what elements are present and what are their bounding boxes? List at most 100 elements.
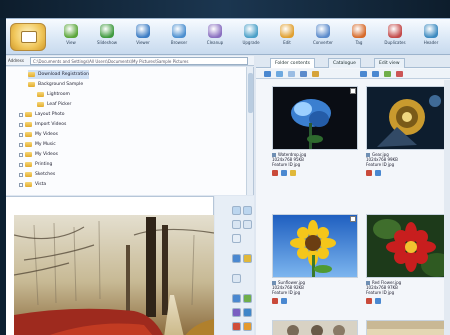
red-eye-icon[interactable] xyxy=(232,294,241,303)
refresh-icon[interactable] xyxy=(384,71,391,77)
expand-icon[interactable] xyxy=(19,182,23,187)
zoom-out-icon[interactable] xyxy=(243,206,252,215)
thumbnail-caption: Sunflower.jpg 1024x768 92KB Feature ID j… xyxy=(272,280,358,295)
folder-icon xyxy=(25,162,32,167)
toolbar-button-view[interactable]: View xyxy=(56,22,86,52)
crop-icon[interactable] xyxy=(232,274,241,283)
thumbnail-image[interactable] xyxy=(272,214,358,278)
toolbar-button-edit[interactable]: Edit xyxy=(272,22,302,52)
thumbnail-item[interactable] xyxy=(366,320,450,335)
thumbnail-checkbox[interactable] xyxy=(350,216,356,222)
tree-item[interactable]: My Videos xyxy=(19,130,58,139)
rating-icon xyxy=(366,170,372,176)
draw-icon[interactable] xyxy=(243,308,252,317)
image-viewer-window: View Slideshow Viewer Browser Cleanup Upgrade… xyxy=(6,18,450,335)
tree-item[interactable]: Printing xyxy=(19,160,52,169)
tree-item[interactable]: Download Registration xyxy=(28,70,89,79)
thumbnail-image[interactable] xyxy=(272,86,358,150)
toolbar-button-viewer[interactable]: Viewer xyxy=(128,22,158,52)
expand-icon[interactable] xyxy=(19,162,23,167)
expand-icon[interactable] xyxy=(19,132,23,137)
tree-item[interactable]: Leaf Picker xyxy=(37,100,71,109)
viewer-icon xyxy=(136,24,150,38)
thumbnail-item[interactable]: Red Flower.jpg 1024x768 97KB Feature ID … xyxy=(366,214,450,312)
address-input[interactable]: C:\Documents and Settings\All Users\Docu… xyxy=(30,57,248,65)
thumbnail-image[interactable] xyxy=(366,320,450,335)
ribbon-toolbar: View Slideshow Viewer Browser Cleanup Upgrade… xyxy=(6,19,450,55)
toolbar-button-upgrade[interactable]: Upgrade xyxy=(236,22,266,52)
tree-scrollbar-thumb[interactable] xyxy=(248,73,253,113)
filter-icon[interactable] xyxy=(276,71,283,77)
thumbnail-checkbox[interactable] xyxy=(350,88,356,94)
tree-item[interactable]: Background Sample xyxy=(28,80,83,89)
toolbar-button-slideshow[interactable]: Slideshow xyxy=(92,22,122,52)
toolbar-button-label: Edit xyxy=(283,40,291,45)
tree-item-label: Leaf Picker xyxy=(47,102,72,107)
thumbnail-item[interactable]: Waterdrop.jpg 1024x768 95KB Feature ID j… xyxy=(272,86,358,184)
thumbnail-image[interactable] xyxy=(272,320,358,335)
info-icon xyxy=(375,170,381,176)
select-all-icon[interactable] xyxy=(312,71,319,77)
expand-icon[interactable] xyxy=(19,152,23,157)
thumbnail-item[interactable]: Sunflower.jpg 1024x768 92KB Feature ID j… xyxy=(272,214,358,312)
forward-icon[interactable] xyxy=(372,71,379,77)
toolbar-button-duplicates[interactable]: Duplicates xyxy=(380,22,410,52)
effects-icon[interactable] xyxy=(243,294,252,303)
rotate-left-icon[interactable] xyxy=(232,220,241,229)
details-view-icon[interactable] xyxy=(300,71,307,77)
text-icon[interactable] xyxy=(232,308,241,317)
color-icon[interactable] xyxy=(243,254,252,263)
thumbnail-item[interactable] xyxy=(272,320,358,335)
tab-folder-contents[interactable]: Folder contents xyxy=(270,58,315,68)
tab-catalogue[interactable]: Catalogue xyxy=(328,58,361,68)
expand-icon[interactable] xyxy=(19,172,23,177)
folder-icon xyxy=(25,152,32,157)
fit-window-icon[interactable] xyxy=(232,234,241,243)
browser-scrollbar[interactable] xyxy=(444,80,450,335)
application-menu-button[interactable] xyxy=(10,23,46,51)
toolbar-button-browser[interactable]: Browser xyxy=(164,22,194,52)
expand-icon[interactable] xyxy=(19,122,23,127)
delete-icon[interactable] xyxy=(396,71,403,77)
tree-item[interactable]: Vista xyxy=(19,180,46,189)
tree-scrollbar[interactable] xyxy=(246,67,253,195)
expand-icon[interactable] xyxy=(19,142,23,147)
tree-item[interactable]: Import Videos xyxy=(19,120,66,129)
toolbar-button-cleanup[interactable]: Cleanup xyxy=(200,22,230,52)
toolbar-button-header[interactable]: Header xyxy=(416,22,446,52)
tree-item[interactable]: Sketches xyxy=(19,170,55,179)
thumbnail-image[interactable] xyxy=(366,86,450,150)
thumbnail-image[interactable] xyxy=(366,214,450,278)
toolbar-button-converter[interactable]: Converter xyxy=(308,22,338,52)
thumbnail-size-icon[interactable] xyxy=(288,71,295,77)
tab-edit-view[interactable]: Edit view xyxy=(374,58,405,68)
thumbnail-badges xyxy=(366,298,450,306)
toolbar-button-label: Converter xyxy=(313,40,333,45)
info-icon xyxy=(281,170,287,176)
rating-icon xyxy=(366,298,372,304)
expand-icon[interactable] xyxy=(19,112,23,117)
rotate-right-icon[interactable] xyxy=(243,220,252,229)
frame-icon[interactable] xyxy=(243,322,252,331)
header-icon xyxy=(424,24,438,38)
stamp-icon[interactable] xyxy=(232,322,241,331)
tag-icon xyxy=(352,24,366,38)
address-bar: Address C:\Documents and Settings\All Us… xyxy=(6,56,254,66)
folder-icon xyxy=(25,112,32,117)
folder-icon xyxy=(25,142,32,147)
tree-item[interactable]: Layout Photo xyxy=(19,110,65,119)
sort-icon[interactable] xyxy=(264,71,271,77)
zoom-in-icon[interactable] xyxy=(232,206,241,215)
tree-item-label: Printing xyxy=(35,162,53,167)
toolbar-button-tag[interactable]: Tag xyxy=(344,22,374,52)
adjust-icon[interactable] xyxy=(232,254,241,263)
toolbar-button-label: Viewer xyxy=(136,40,150,45)
tree-item[interactable]: My Videos xyxy=(19,150,58,159)
cleanup-icon xyxy=(208,24,222,38)
tree-item[interactable]: My Music xyxy=(19,140,56,149)
tree-item[interactable]: Lightroom xyxy=(37,90,70,99)
thumbnail-item[interactable]: Gear.jpg 1024x768 99KB Feature ID jpg xyxy=(366,86,450,184)
toolbar-button-label: Upgrade xyxy=(242,40,260,45)
folder-icon xyxy=(25,122,32,127)
back-icon[interactable] xyxy=(360,71,367,77)
